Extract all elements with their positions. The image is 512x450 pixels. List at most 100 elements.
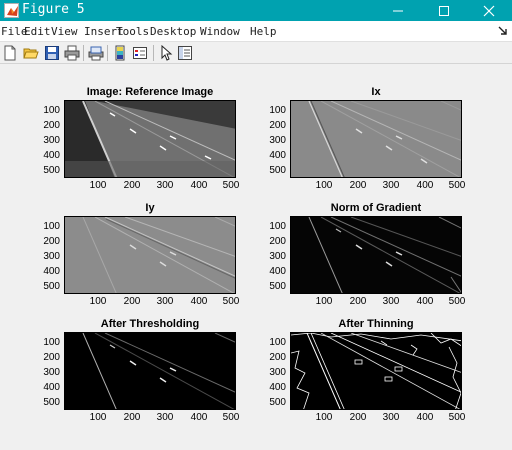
legend-icon[interactable] — [131, 44, 149, 62]
y-tick-label: 300 — [43, 251, 60, 262]
axes-title: Norm of Gradient — [330, 202, 422, 214]
menu-bar: File Edit View Insert Tools Desktop Wind… — [0, 21, 512, 42]
print-icon[interactable] — [63, 44, 81, 62]
property-inspector-icon[interactable] — [176, 44, 194, 62]
axes-title: Iy — [145, 202, 155, 214]
x-tick-label: 300 — [156, 296, 174, 307]
x-tick-label: 100 — [315, 296, 333, 307]
open-file-icon[interactable] — [22, 44, 40, 62]
y-tick-label: 200 — [269, 236, 286, 247]
iy-gradient-image — [64, 216, 236, 294]
x-tick-label: 400 — [416, 180, 434, 191]
figure-toolbar — [0, 42, 512, 64]
title-bar: Figure 5 — [0, 0, 512, 21]
x-tick-label: 300 — [382, 180, 400, 191]
y-tick-label: 100 — [43, 337, 60, 348]
ix-gradient-image — [290, 100, 462, 178]
y-tick-label: 300 — [43, 135, 60, 146]
x-tick-label: 200 — [349, 296, 367, 307]
x-tick-label: 500 — [222, 296, 240, 307]
new-figure-icon[interactable] — [1, 44, 19, 62]
axes-iy[interactable]: Iy 100 200 300 400 500 100 200 300 400 5… — [30, 202, 250, 312]
x-tick-label: 100 — [315, 412, 333, 423]
axes-reference-image[interactable]: Image: Reference Image 100 200 300 400 5… — [30, 86, 250, 196]
x-tick-label: 100 — [315, 180, 333, 191]
y-tick-label: 200 — [43, 352, 60, 363]
y-tick-label: 500 — [43, 397, 60, 408]
menu-view[interactable]: View — [51, 25, 78, 38]
y-tick-label: 500 — [269, 165, 286, 176]
x-tick-label: 400 — [190, 412, 208, 423]
x-tick-label: 400 — [190, 296, 208, 307]
x-tick-label: 200 — [123, 412, 141, 423]
axes-title: Ix — [371, 86, 381, 98]
y-tick-label: 100 — [43, 221, 60, 232]
minimize-button[interactable] — [375, 0, 421, 21]
y-tick-label: 100 — [269, 221, 286, 232]
y-tick-label: 400 — [269, 150, 286, 161]
x-tick-label: 300 — [156, 180, 174, 191]
matlab-figure-icon[interactable] — [4, 3, 19, 18]
axes-title: Image: Reference Image — [86, 86, 214, 98]
y-tick-label: 200 — [43, 236, 60, 247]
maximize-button[interactable] — [421, 0, 467, 21]
x-tick-label: 300 — [382, 296, 400, 307]
menu-window[interactable]: Window — [200, 25, 240, 38]
toolbar-separator — [83, 45, 84, 61]
reference-road-image — [64, 100, 236, 178]
y-tick-label: 200 — [43, 120, 60, 131]
y-tick-label: 300 — [43, 367, 60, 378]
y-tick-label: 100 — [43, 105, 60, 116]
y-tick-label: 200 — [269, 352, 286, 363]
y-tick-label: 400 — [43, 382, 60, 393]
x-tick-label: 100 — [89, 296, 107, 307]
y-tick-label: 400 — [43, 150, 60, 161]
y-tick-label: 200 — [269, 120, 286, 131]
edit-plot-icon[interactable] — [157, 44, 175, 62]
menu-edit[interactable]: Edit — [24, 25, 51, 38]
menu-help[interactable]: Help — [250, 25, 277, 38]
toolbar-separator — [153, 45, 154, 61]
x-tick-label: 200 — [123, 296, 141, 307]
y-tick-label: 400 — [269, 266, 286, 277]
axes-after-thinning[interactable]: After Thinning 100 200 300 400 500 100 2… — [256, 318, 476, 428]
y-tick-label: 400 — [43, 266, 60, 277]
x-tick-label: 100 — [89, 180, 107, 191]
y-tick-label: 400 — [269, 382, 286, 393]
y-tick-label: 500 — [43, 165, 60, 176]
x-tick-label: 400 — [416, 412, 434, 423]
menu-desktop[interactable]: Desktop — [150, 25, 196, 38]
gradient-norm-image — [290, 216, 462, 294]
y-tick-label: 500 — [269, 397, 286, 408]
y-tick-label: 300 — [269, 251, 286, 262]
thinned-edge-image — [290, 332, 462, 410]
x-tick-label: 100 — [89, 412, 107, 423]
x-tick-label: 400 — [190, 180, 208, 191]
y-tick-label: 300 — [269, 135, 286, 146]
save-icon[interactable] — [43, 44, 61, 62]
y-tick-label: 500 — [43, 281, 60, 292]
y-tick-label: 300 — [269, 367, 286, 378]
menu-tools[interactable]: Tools — [116, 25, 149, 38]
x-tick-label: 500 — [222, 412, 240, 423]
x-tick-label: 300 — [382, 412, 400, 423]
colorbar-icon[interactable] — [111, 44, 129, 62]
y-tick-label: 100 — [269, 105, 286, 116]
x-tick-label: 400 — [416, 296, 434, 307]
axes-title: After Thinning — [338, 318, 414, 330]
close-button[interactable] — [466, 0, 512, 21]
dock-figure-icon[interactable] — [498, 26, 508, 36]
y-tick-label: 500 — [269, 281, 286, 292]
x-tick-label: 500 — [448, 296, 466, 307]
window-title: Figure 5 — [22, 2, 85, 17]
toolbar-separator — [107, 45, 108, 61]
x-tick-label: 200 — [349, 180, 367, 191]
axes-title: After Thresholding — [100, 318, 200, 330]
axes-ix[interactable]: Ix 100 200 300 400 500 100 200 300 400 5… — [256, 86, 476, 196]
x-tick-label: 200 — [123, 180, 141, 191]
axes-norm-of-gradient[interactable]: Norm of Gradient 100 200 300 400 500 100… — [256, 202, 476, 312]
x-tick-label: 500 — [448, 180, 466, 191]
print-preview-icon[interactable] — [87, 44, 105, 62]
x-tick-label: 300 — [156, 412, 174, 423]
axes-after-thresholding[interactable]: After Thresholding 100 200 300 400 500 1… — [30, 318, 250, 428]
